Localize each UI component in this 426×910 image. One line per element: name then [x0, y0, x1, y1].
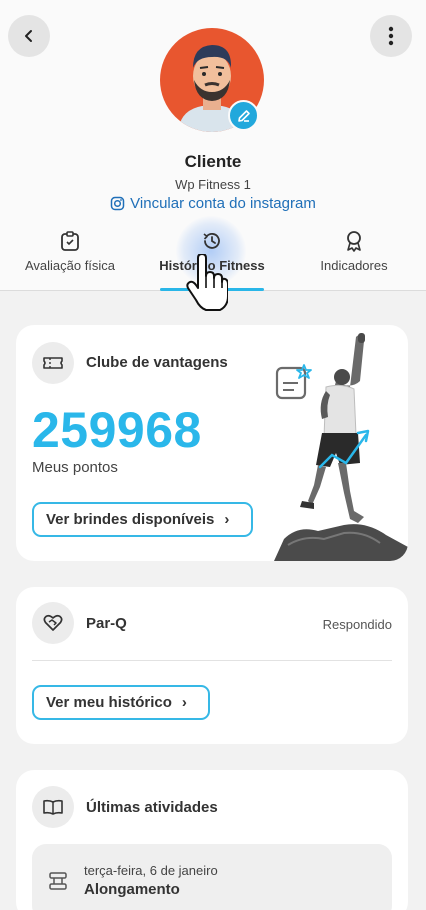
view-gifts-button[interactable]: Ver brindes disponíveis › [32, 502, 253, 537]
instagram-icon [110, 196, 125, 211]
link-instagram[interactable]: Vincular conta do instagram [0, 195, 426, 212]
chevron-right-icon: › [224, 511, 230, 528]
divider [32, 660, 392, 661]
more-vertical-icon [388, 26, 394, 46]
pencil-icon [237, 109, 250, 122]
tab-avaliacao-fisica[interactable]: Avaliação física [10, 228, 130, 290]
hand-pointer-cursor-icon [186, 254, 228, 311]
instagram-link-label: Vincular conta do instagram [130, 195, 316, 212]
benefits-icon-circle [32, 342, 74, 384]
view-history-label: Ver meu histórico [46, 694, 172, 711]
badge-icon [347, 231, 361, 252]
parq-title: Par-Q [86, 615, 127, 632]
chevron-left-icon [25, 30, 32, 42]
ticket-icon [43, 357, 63, 369]
view-history-button[interactable]: Ver meu histórico › [32, 685, 210, 720]
edit-avatar-button[interactable] [228, 100, 259, 131]
exercise-icon [49, 872, 67, 890]
points-label: Meus pontos [32, 459, 118, 476]
athlete-illustration [274, 333, 408, 561]
more-options-button[interactable] [370, 15, 412, 57]
activity-item[interactable]: terça-feira, 6 de janeiro Alongamento [32, 844, 392, 910]
activity-date: terça-feira, 6 de janeiro [84, 863, 218, 878]
heart-handshake-icon [43, 614, 63, 631]
profile-name: Cliente [184, 152, 242, 171]
parq-card: Par-Q Respondido Ver meu histórico › [16, 587, 408, 744]
tab-indicadores[interactable]: Indicadores [300, 228, 408, 290]
avatar-container [160, 28, 264, 132]
parq-status: Respondido [322, 617, 392, 632]
profile-header: Cliente Wp Fitness 1 Vincular conta do i… [0, 0, 426, 311]
book-icon [43, 799, 63, 815]
tab-label: Avaliação física [24, 258, 116, 273]
tab-label: Indicadores [320, 258, 388, 273]
activities-icon-circle [32, 786, 74, 828]
activities-title: Últimas atividades [86, 799, 218, 816]
chevron-right-icon: › [181, 694, 187, 711]
activities-card: Últimas atividades terça-feira, 6 de jan… [16, 770, 408, 910]
benefits-card: Clube de vantagens 259968 Meus pontos Ve… [16, 325, 408, 561]
benefits-title: Clube de vantagens [86, 354, 228, 371]
points-value: 259968 [32, 402, 202, 458]
activity-name: Alongamento [84, 881, 180, 898]
parq-icon-circle [32, 602, 74, 644]
back-button[interactable] [8, 15, 50, 57]
view-gifts-label: Ver brindes disponíveis [46, 511, 215, 528]
profile-company: Wp Fitness 1 [175, 177, 251, 192]
history-icon [203, 233, 220, 249]
clipboard-icon [61, 231, 79, 251]
